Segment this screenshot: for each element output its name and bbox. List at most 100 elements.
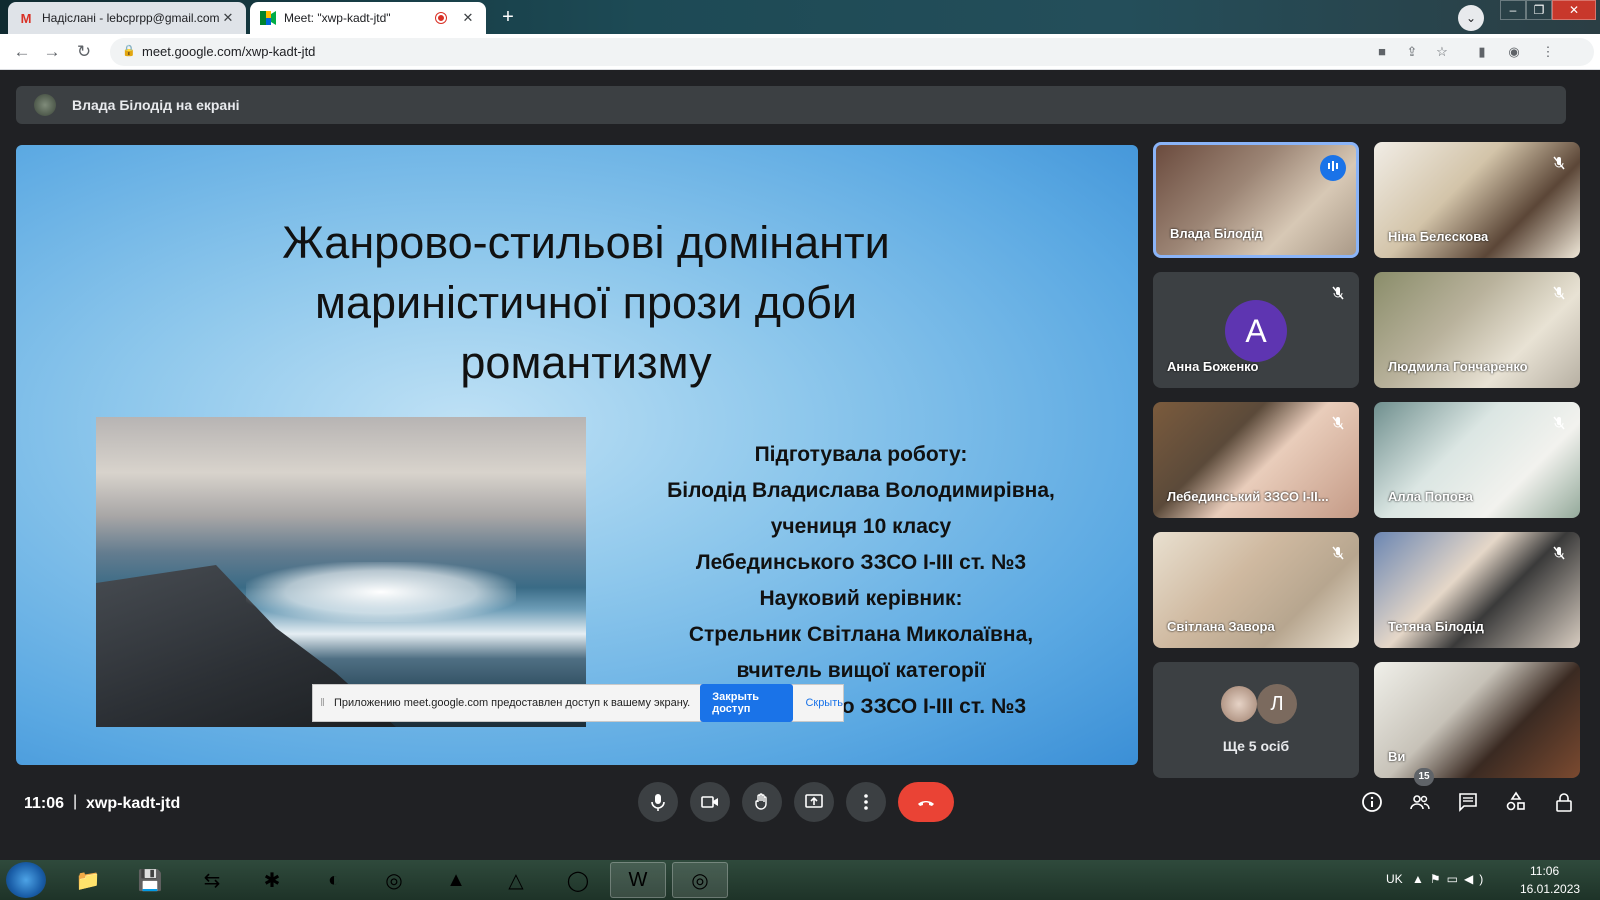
self-view-tile[interactable]: Ви [1374, 662, 1580, 778]
people-button[interactable] [1402, 784, 1438, 820]
camera-icon [701, 796, 718, 808]
participant-name: Влада Білодід [1170, 226, 1263, 241]
lock-person-icon [1556, 793, 1572, 812]
tab-title: Meet: "xwp-kadt-jtd" [284, 11, 391, 25]
browser-toolbar: ← → ↻ 🔒 meet.google.com/xwp-kadt-jtd ■ ⇪… [0, 34, 1600, 70]
present-screen-icon [805, 794, 823, 808]
participant-name: Алла Попова [1388, 489, 1473, 504]
presenter-avatar [34, 94, 56, 116]
mic-off-icon [1327, 412, 1349, 434]
game-icon[interactable]: ✱ [244, 862, 300, 898]
more-participants-tile[interactable]: Л Ще 5 осіб [1153, 662, 1359, 778]
tab-gmail[interactable]: M Надіслані - lebcprpp@gmail.com ✕ [8, 2, 246, 34]
url-text: meet.google.com/xwp-kadt-jtd [142, 44, 316, 59]
participant-tile[interactable]: Влада Білодід [1153, 142, 1359, 258]
profile-avatar[interactable]: ◉ [1504, 42, 1524, 62]
participant-tile[interactable]: Алла Попова [1374, 402, 1580, 518]
slide-credits: Підготувала роботу: Білодід Владислава В… [636, 437, 1086, 725]
hide-notice-link[interactable]: Скрыть [805, 697, 843, 709]
mic-off-icon [1548, 412, 1570, 434]
teamviewer-icon[interactable]: ⇆ [184, 862, 240, 898]
meeting-code: xwp-kadt-jtd [86, 795, 181, 812]
sidebar-icon[interactable]: ▮ [1472, 42, 1492, 62]
slide-title-line: романтизму [460, 337, 712, 388]
end-call-button[interactable] [898, 782, 954, 822]
mic-off-icon [1548, 282, 1570, 304]
more-options-button[interactable] [846, 782, 886, 822]
activities-icon [1506, 791, 1525, 811]
raise-hand-button[interactable] [742, 782, 782, 822]
share-icon[interactable]: ⇪ [1402, 42, 1422, 62]
credit-line: учениця 10 класу [770, 515, 952, 538]
share-notice-text: Приложению meet.google.com предоставлен … [334, 697, 691, 709]
credit-line: Стрельник Світлана Миколаївна, [688, 623, 1034, 646]
hand-icon [755, 793, 767, 810]
chat-button[interactable] [1450, 784, 1486, 820]
participant-name: Тетяна Білодід [1388, 619, 1484, 634]
tray-icons[interactable]: ▲⚑▭◀) [1412, 872, 1489, 886]
vlc-icon[interactable]: △ [488, 862, 544, 898]
address-bar[interactable]: 🔒 meet.google.com/xwp-kadt-jtd ■ ⇪ ☆ ▮ ◉… [110, 38, 1594, 66]
participant-tile[interactable]: A Анна Боженко [1153, 272, 1359, 388]
lock-icon[interactable]: 🔒 [122, 44, 136, 57]
language-indicator[interactable]: UK [1386, 872, 1403, 886]
word-icon[interactable]: W [610, 862, 666, 898]
save-icon[interactable]: 💾 [122, 862, 178, 898]
ccleaner-icon[interactable]: ◐ [306, 862, 362, 898]
tab-close-icon[interactable]: ✕ [460, 10, 476, 26]
chat-icon [1459, 793, 1477, 812]
mic-off-icon [1327, 282, 1349, 304]
menu-kebab-icon[interactable]: ⋮ [1538, 42, 1558, 62]
present-button[interactable] [794, 782, 834, 822]
tab-meet[interactable]: Meet: "xwp-kadt-jtd" ✕ [250, 2, 486, 34]
bookmark-star-icon[interactable]: ☆ [1432, 42, 1452, 62]
mic-button[interactable] [638, 782, 678, 822]
clock-date[interactable]: 16.01.2023 [1520, 882, 1580, 896]
camera-button[interactable] [690, 782, 730, 822]
chrome-icon[interactable]: ◎ [366, 862, 422, 898]
screen-share-notice: ‖ Приложению meet.google.com предоставле… [312, 684, 844, 722]
window-controls: – ❐ ✕ [1500, 0, 1596, 20]
tab-close-icon[interactable]: ✕ [220, 10, 236, 26]
clock-time[interactable]: 11:06 [1530, 864, 1559, 878]
pdf-icon[interactable]: ▲ [428, 862, 484, 898]
restore-icon[interactable]: ❐ [1526, 0, 1552, 20]
meet-icon [260, 10, 276, 26]
camera-in-use-icon[interactable]: ■ [1372, 42, 1392, 62]
participant-tile[interactable]: Ніна Белєскова [1374, 142, 1580, 258]
close-window-icon[interactable]: ✕ [1552, 0, 1596, 20]
seascape-painting [96, 417, 586, 727]
credit-line: Білодід Владислава Володимирівна, [667, 479, 1055, 502]
participant-name: Анна Боженко [1167, 359, 1259, 374]
participant-tile[interactable]: Світлана Завора [1153, 532, 1359, 648]
browser-tabstrip: M Надіслані - lebcprpp@gmail.com ✕ Meet:… [0, 0, 1600, 34]
participant-name: Світлана Завора [1167, 619, 1275, 634]
activities-button[interactable] [1498, 784, 1534, 820]
avatar: Л [1257, 684, 1297, 724]
participant-tile[interactable]: Тетяна Білодід [1374, 532, 1580, 648]
mic-icon [651, 794, 665, 811]
reload-icon[interactable]: ↻ [72, 40, 96, 64]
opera-icon[interactable]: ◯ [550, 862, 606, 898]
meeting-details-button[interactable] [1354, 784, 1390, 820]
slide-title-line: Жанрово-стильові домінанти [282, 217, 890, 268]
info-icon [1362, 792, 1382, 812]
minimize-icon[interactable]: – [1500, 0, 1526, 20]
participant-tile[interactable]: Людмила Гончаренко [1374, 272, 1580, 388]
avatar: A [1225, 300, 1287, 362]
people-icon [1410, 795, 1430, 810]
stop-sharing-button[interactable]: Закрыть доступ [700, 684, 794, 722]
start-button[interactable] [6, 862, 46, 898]
chrome-active-icon[interactable]: ◎ [672, 862, 728, 898]
participant-name: Ви [1388, 749, 1406, 764]
tab-search-icon[interactable]: ⌄ [1458, 5, 1484, 31]
drag-handle-icon[interactable]: ‖ [317, 697, 328, 709]
host-controls-button[interactable] [1546, 784, 1582, 820]
participant-tile[interactable]: Лебединський ЗЗСО І-ІІ... [1153, 402, 1359, 518]
mic-off-icon [1327, 542, 1349, 564]
new-tab-button[interactable]: + [494, 6, 522, 30]
back-icon[interactable]: ← [10, 40, 34, 64]
explorer-icon[interactable]: 📁 [60, 862, 116, 898]
credit-line: Лебединського ЗЗСО І-ІІІ ст. №3 [695, 551, 1027, 574]
forward-icon[interactable]: → [40, 40, 64, 64]
